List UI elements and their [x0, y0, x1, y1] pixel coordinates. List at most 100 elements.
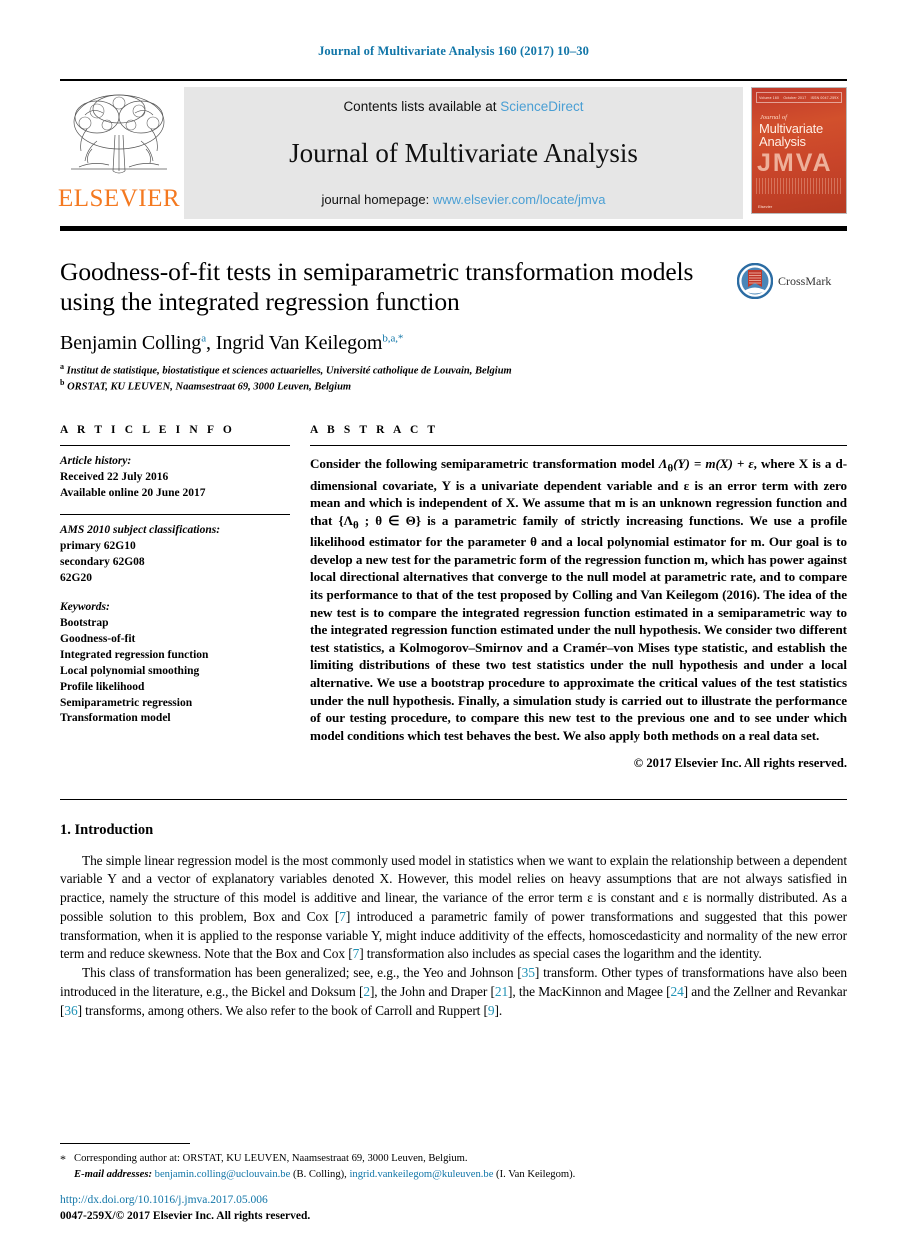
cover-volume: Volume 160 — [759, 95, 780, 100]
running-head: Journal of Multivariate Analysis 160 (20… — [318, 44, 589, 58]
email-2-owner: (I. Van Keilegom). — [496, 1168, 576, 1180]
affiliation-b: b ORSTAT, KU LEUVEN, Naamsestraat 69, 30… — [60, 378, 723, 394]
abstract-column: A B S T R A C T Consider the following s… — [310, 424, 847, 770]
email-1-owner: (B. Colling), — [292, 1168, 347, 1180]
page-title: Goodness-of-fit tests in semiparametric … — [60, 257, 694, 317]
article-info-heading: A R T I C L E I N F O — [60, 424, 235, 437]
cover-journal-name: Multivariate Analysis — [759, 122, 841, 149]
article-history-group: Article history: Received 22 July 2016 A… — [60, 454, 290, 502]
journal-title: Journal of Multivariate Analysis — [289, 137, 638, 168]
affiliation-a: a Institut de statistique, biostatistiqu… — [60, 362, 723, 378]
abstract-math-rest: (Y) = m(X) + ε — [673, 456, 754, 472]
keyword-item: Profile likelihood — [60, 680, 145, 693]
ams-classifications-group: AMS 2010 subject classifications: primar… — [60, 523, 290, 586]
intro-p2-g: ]. — [494, 1002, 503, 1018]
journal-cover-thumbnail: Volume 160 October 2017 ISSN 0047-259X J… — [751, 87, 847, 214]
author-2-affil-marker: b,a,* — [382, 332, 404, 345]
affiliations: a Institut de statistique, biostatistiqu… — [60, 362, 723, 395]
issn-copyright: 0047-259X/© 2017 Elsevier Inc. All right… — [60, 1209, 311, 1222]
copyright-line: © 2017 Elsevier Inc. All rights reserved… — [633, 755, 847, 770]
intro-p2-f: ] transforms, among others. We also refe… — [77, 1002, 488, 1018]
affiliation-a-marker: a — [60, 361, 64, 371]
cover-journal-of: Journal of — [760, 114, 787, 121]
doi-link[interactable]: http://dx.doi.org/10.1016/j.jmva.2017.05… — [60, 1192, 847, 1208]
sciencedirect-link[interactable]: ScienceDirect — [500, 99, 583, 114]
citation-ref[interactable]: 2 — [363, 984, 370, 999]
citation-ref[interactable]: 36 — [64, 1003, 77, 1018]
cover-wave-graphic — [756, 178, 842, 194]
email-link-1[interactable]: benjamin.colling@uclouvain.be — [155, 1169, 291, 1180]
ams-secondary: secondary 62G08 — [60, 555, 145, 568]
crossmark-badge[interactable]: CrossMark — [737, 257, 847, 299]
cover-acronym: JMVA — [757, 149, 833, 177]
footnote-block: * Corresponding author at: ORSTAT, KU LE… — [60, 1143, 847, 1182]
intro-p2-d: ], the MacKinnon and Magee [ — [508, 983, 671, 999]
cover-footer: Elsevier — [758, 204, 773, 209]
introduction-paragraph-2: This class of transformation has been ge… — [60, 964, 847, 1020]
citation-ref[interactable]: 35 — [522, 965, 535, 980]
footnote-rule — [60, 1143, 190, 1145]
title-left-column: Goodness-of-fit tests in semiparametric … — [60, 257, 737, 394]
article-info-rule-mid — [60, 513, 290, 515]
email-note: E-mail addresses: benjamin.colling@uclou… — [60, 1167, 847, 1182]
cover-date: October 2017 — [783, 95, 807, 100]
masthead-divider — [60, 226, 847, 231]
keyword-item: Transformation model — [60, 712, 171, 725]
cover-top-bar: Volume 160 October 2017 ISSN 0047-259X — [756, 92, 842, 103]
keyword-item: Goodness-of-fit — [60, 633, 136, 646]
corresponding-author-note: * Corresponding author at: ORSTAT, KU LE… — [60, 1151, 847, 1166]
ams-primary: primary 62G10 — [60, 539, 136, 552]
homepage-link[interactable]: www.elsevier.com/locate/jmva — [433, 192, 606, 207]
paper-page: Journal of Multivariate Analysis 160 (20… — [0, 0, 907, 1238]
keywords-label: Keywords: — [60, 601, 110, 614]
article-history-label: Article history: — [60, 455, 132, 468]
received-date: Received 22 July 2016 — [60, 471, 169, 484]
elsevier-tree-icon — [71, 94, 167, 174]
intro-p1-c: ] transformation also includes as specia… — [359, 946, 762, 962]
ams-extra: 62G20 — [60, 571, 92, 584]
keyword-item: Local polynomial smoothing — [60, 664, 200, 677]
citation-ref[interactable]: 21 — [495, 984, 508, 999]
ams-label: AMS 2010 subject classifications: — [60, 523, 221, 536]
keyword-item: Bootstrap — [60, 617, 109, 630]
abstract-math-lambda: Λ — [658, 456, 668, 472]
journal-banner: Contents lists available at ScienceDirec… — [184, 87, 743, 219]
citation-ref[interactable]: 7 — [339, 909, 346, 924]
intro-p2-a: This class of transformation has been ge… — [82, 965, 522, 981]
introduction-section: 1. Introduction The simple linear regres… — [60, 822, 847, 1021]
article-info-rule-top — [60, 445, 290, 447]
keywords-group: Keywords: Bootstrap Goodness-of-fit Inte… — [60, 600, 290, 727]
intro-p2-c: ], the John and Draper [ — [369, 983, 495, 999]
keyword-item: Semiparametric regression — [60, 696, 193, 709]
corresponding-author-text: Corresponding author at: ORSTAT, KU LEUV… — [74, 1153, 468, 1165]
abstract-heading: A B S T R A C T — [310, 424, 439, 437]
abstract-part-3: ; θ ∈ Θ} is a parametric family of stric… — [310, 512, 847, 743]
citation-ref[interactable]: 24 — [670, 984, 683, 999]
citation-ref[interactable]: 9 — [488, 1003, 495, 1018]
affiliation-b-marker: b — [60, 378, 65, 388]
elsevier-logo: ELSEVIER — [57, 87, 181, 219]
homepage-line: journal homepage: www.elsevier.com/locat… — [322, 192, 606, 207]
email-link-2[interactable]: ingrid.vankeilegom@kuleuven.be — [349, 1169, 493, 1180]
affiliation-a-text: Institut de statistique, biostatistique … — [66, 365, 512, 377]
author-1-affil-marker: a — [201, 332, 206, 345]
homepage-label: journal homepage: — [321, 192, 433, 207]
info-abstract-section: A R T I C L E I N F O Article history: R… — [60, 424, 847, 770]
abstract-part-1: Consider the following semiparametric tr… — [310, 456, 659, 472]
crossmark-label: CrossMark — [778, 273, 832, 288]
author-1: Benjamin Colling — [60, 331, 202, 354]
available-online-date: Available online 20 June 2017 — [60, 487, 206, 500]
abstract-rule-top — [310, 445, 847, 447]
contents-text: Contents lists available at — [343, 99, 501, 114]
cover-name-line2: Analysis — [759, 134, 806, 150]
affiliation-b-text: ORSTAT, KU LEUVEN, Naamsestraat 69, 3000… — [67, 381, 352, 393]
contents-line: Contents lists available at ScienceDirec… — [343, 99, 583, 114]
cover-issn: ISSN 0047-259X — [810, 95, 839, 100]
author-list: Benjamin Collinga, Ingrid Van Keilegomb,… — [60, 331, 404, 354]
crossmark-icon — [737, 263, 773, 299]
elsevier-wordmark: ELSEVIER — [57, 185, 181, 212]
introduction-paragraph-1: The simple linear regression model is th… — [60, 852, 847, 965]
introduction-heading: 1. Introduction — [60, 821, 154, 838]
doi-issn-block: http://dx.doi.org/10.1016/j.jmva.2017.05… — [60, 1192, 847, 1224]
section-divider — [60, 798, 847, 800]
